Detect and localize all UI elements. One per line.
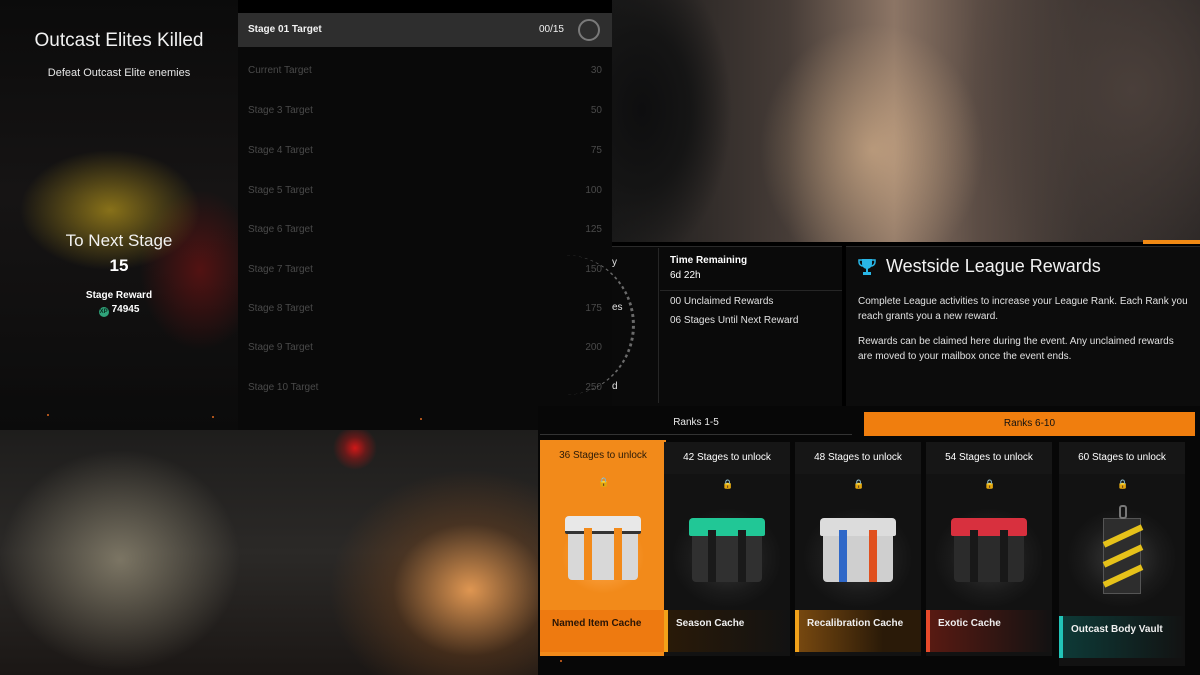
- stage-row[interactable]: Stage 3 Target 50: [238, 94, 612, 128]
- ember: [212, 416, 214, 418]
- reward-name: Exotic Cache: [938, 618, 1001, 629]
- stages-to-unlock: 36 Stages to unlock: [540, 440, 666, 472]
- reward-card-season-cache[interactable]: 42 Stages to unlock 🔒 Season Cache: [664, 442, 790, 656]
- crate-icon: [951, 518, 1027, 582]
- stage-label: Stage 8 Target: [248, 303, 313, 314]
- tab-ranks-1-5[interactable]: Ranks 1-5: [540, 411, 852, 435]
- stage-label: Stage 3 Target: [248, 105, 313, 116]
- stage-label: Stage 4 Target: [248, 145, 313, 156]
- background-image-top: [612, 0, 1200, 242]
- stage-reward: XP 74945: [0, 304, 238, 317]
- ember: [560, 660, 562, 662]
- reward-card-exotic-cache[interactable]: 54 Stages to unlock 🔒 Exotic Cache: [926, 442, 1052, 656]
- stage-value: 30: [590, 65, 602, 76]
- status-divider: [658, 248, 659, 403]
- stage-value: 75: [590, 145, 602, 156]
- season-cache-image: [672, 500, 782, 610]
- reward-name: Named Item Cache: [540, 610, 666, 652]
- rarity-bar: [1059, 616, 1063, 658]
- progress-ring-icon: [578, 19, 600, 41]
- stage-row[interactable]: Stage 5 Target 100: [238, 174, 612, 208]
- stage-value: 125: [585, 224, 602, 235]
- crate-icon: [689, 518, 765, 582]
- ember: [47, 414, 49, 416]
- stage-reward-label: Stage Reward: [85, 290, 153, 301]
- crate-icon: [565, 516, 641, 580]
- objective-background: [0, 0, 238, 430]
- background-image-bottom: [0, 430, 540, 675]
- stage-label: Stage 10 Target: [248, 382, 319, 393]
- lock-icon: 🔒: [853, 479, 865, 489]
- stage-row[interactable]: Stage 6 Target 125: [238, 213, 612, 247]
- reward-name: Season Cache: [676, 618, 745, 629]
- reward-name-container: Recalibration Cache: [795, 610, 921, 652]
- to-next-stage-label: To Next Stage: [65, 231, 173, 250]
- stage-value: 50: [590, 105, 602, 116]
- status-fragment: d: [612, 381, 618, 392]
- league-claim-note: Rewards can be claimed here during the e…: [858, 336, 1174, 362]
- stage-label: Stage 9 Target: [248, 342, 313, 353]
- crate-icon: [820, 518, 896, 582]
- reward-card-recalibration-cache[interactable]: 48 Stages to unlock 🔒 Recalibration Cach…: [795, 442, 921, 656]
- stage-value: 00/15: [538, 24, 564, 35]
- ember: [420, 418, 422, 420]
- time-remaining-label: Time Remaining: [670, 255, 748, 266]
- reward-card-named-item-cache[interactable]: 36 Stages to unlock 🔒 Named Item Cache: [540, 440, 666, 656]
- time-remaining-value: 6d 22h: [670, 270, 701, 281]
- lock-icon: 🔒: [984, 479, 996, 489]
- stage-label: Stage 7 Target: [248, 264, 313, 275]
- stage-value: 100: [585, 185, 602, 196]
- stages-to-unlock: 42 Stages to unlock: [664, 442, 790, 474]
- objective-title: Outcast Elites Killed: [34, 30, 204, 51]
- stage-row[interactable]: Stage 4 Target 75: [238, 134, 612, 168]
- to-next-stage-value: 15: [109, 256, 129, 275]
- trophy-icon: [858, 259, 876, 275]
- status-separator: [660, 290, 842, 291]
- stage-reward-value: 74945: [111, 304, 140, 315]
- stage-label: Stage 6 Target: [248, 224, 313, 235]
- stages-to-unlock: 60 Stages to unlock: [1059, 442, 1185, 474]
- vault-icon: [1102, 505, 1144, 594]
- stage-label: Stage 5 Target: [248, 185, 313, 196]
- lock-icon: 🔒: [598, 477, 610, 487]
- league-title: Westside League Rewards: [886, 256, 1101, 276]
- stage-row[interactable]: Stage 01 Target 00/15: [238, 13, 612, 47]
- rarity-bar: [664, 610, 668, 652]
- objective-description: Defeat Outcast Elite enemies: [47, 67, 191, 79]
- named-item-cache-image: [548, 498, 658, 608]
- accent-bar: [1143, 240, 1200, 244]
- reward-name-container: Season Cache: [664, 610, 790, 652]
- stages-until-reward: 06 Stages Until Next Reward: [670, 315, 799, 326]
- lock-icon: 🔒: [722, 479, 734, 489]
- league-status-panel: [612, 246, 842, 406]
- reward-name: Outcast Body Vault: [1071, 624, 1163, 635]
- lock-icon: 🔒: [1117, 479, 1129, 489]
- tab-ranks-6-10[interactable]: Ranks 6-10: [864, 412, 1195, 436]
- league-description: Complete League activities to increase y…: [858, 296, 1188, 322]
- status-fragment: es: [612, 302, 623, 313]
- exotic-cache-image: [934, 500, 1044, 610]
- outcast-body-vault-image: [1067, 500, 1177, 610]
- reward-name-container: Exotic Cache: [926, 610, 1052, 652]
- xp-icon: XP: [98, 307, 109, 317]
- stages-to-unlock: 54 Stages to unlock: [926, 442, 1052, 474]
- stage-label: Stage 01 Target: [248, 24, 322, 35]
- stage-row[interactable]: Current Target 30: [238, 54, 612, 88]
- status-fragment: y: [612, 257, 617, 268]
- reward-name: Recalibration Cache: [807, 618, 904, 629]
- stages-to-unlock: 48 Stages to unlock: [795, 442, 921, 474]
- stage-label: Current Target: [248, 65, 312, 76]
- reward-name-container: Outcast Body Vault: [1059, 616, 1185, 658]
- reward-card-outcast-body-vault[interactable]: 60 Stages to unlock 🔒 Outcast Body Vault: [1059, 442, 1185, 666]
- rarity-bar: [926, 610, 930, 652]
- rarity-bar: [795, 610, 799, 652]
- recalibration-cache-image: [803, 500, 913, 610]
- unclaimed-rewards: 00 Unclaimed Rewards: [670, 296, 774, 307]
